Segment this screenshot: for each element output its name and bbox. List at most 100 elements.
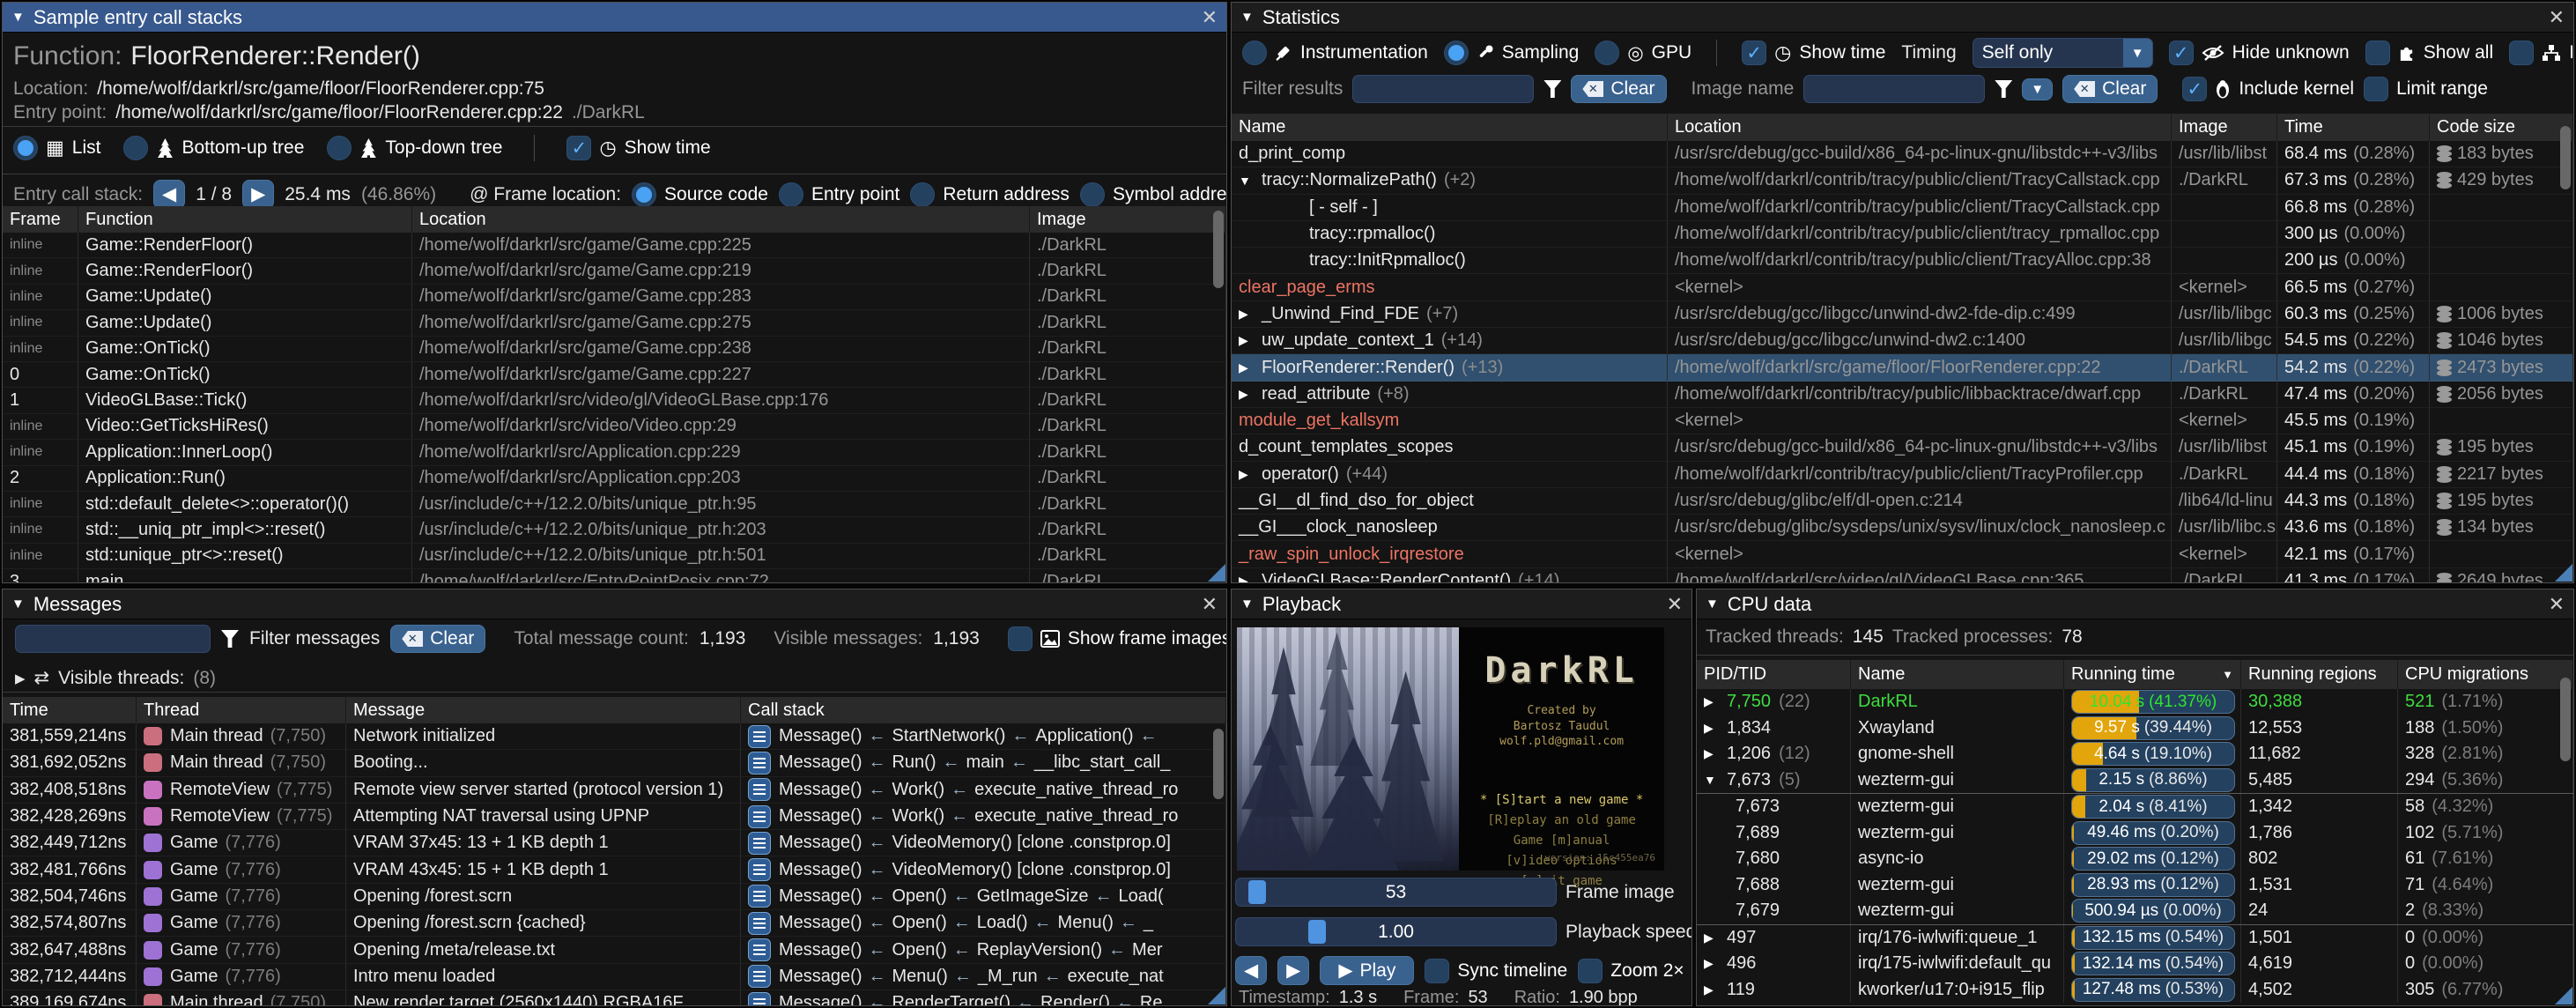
show-time-checkbox[interactable]: ✓◷Show time: [566, 136, 710, 160]
table-row[interactable]: tracy::InitRpmalloc()/home/wolf/darkrl/c…: [1232, 248, 2573, 274]
col-time[interactable]: Time: [2277, 114, 2430, 141]
table-row[interactable]: ▶497irq/176-iwlwifi:queue_1132.15 ms(0.5…: [1697, 924, 2573, 952]
collapse-icon[interactable]: ▼: [1240, 597, 1254, 611]
loc-return-radio[interactable]: Return address: [910, 182, 1070, 207]
instrumentation-radio[interactable]: Instrumentation: [1242, 41, 1428, 65]
table-row[interactable]: 1VideoGLBase::Tick()/home/wolf/darkrl/sr…: [3, 388, 1226, 413]
visible-threads-row[interactable]: ▶ ⇄ Visible threads: (8): [15, 667, 216, 689]
col-cpu-migrations[interactable]: CPU migrations: [2398, 660, 2573, 689]
table-row[interactable]: ▶operator()(+44)/home/wolf/darkrl/contri…: [1232, 462, 2573, 488]
close-icon[interactable]: ✕: [1667, 593, 1683, 616]
callstack-cell[interactable]: Message()←Open()←Load()←Menu()←_: [741, 910, 1226, 936]
prev-stack-button[interactable]: ◀: [153, 180, 185, 209]
col-pid-tid[interactable]: PID/TID: [1697, 660, 1851, 689]
expand-icon[interactable]: ▶: [1239, 574, 1262, 583]
table-row[interactable]: inlineVideo::GetTicksHiRes()/home/wolf/d…: [3, 414, 1226, 440]
table-row[interactable]: 389,169,674nsMain thread(7,750)New rende…: [3, 990, 1226, 1006]
filter-results-input[interactable]: [1352, 75, 1534, 103]
table-row[interactable]: 381,559,214nsMain thread(7,750)Network i…: [3, 723, 1226, 750]
table-row[interactable]: inlineGame::RenderFloor()/home/wolf/dark…: [3, 258, 1226, 284]
hide-unknown-checkbox[interactable]: ✓ Hide unknown: [2169, 41, 2350, 65]
callstacks-titlebar[interactable]: ▼ Sample entry call stacks ✕: [3, 3, 1226, 33]
table-row[interactable]: 7,689wezterm-gui49.46 ms(0.20%)1,786102(…: [1697, 820, 2573, 847]
col-thread[interactable]: Thread: [137, 697, 346, 723]
expand-icon[interactable]: ▶: [1704, 721, 1727, 736]
gpu-radio[interactable]: ◎GPU: [1595, 41, 1691, 65]
callstack-cell[interactable]: Message()←Work()←execute_native_thread_r…: [741, 777, 1226, 803]
table-row[interactable]: ▶496irq/175-iwlwifi:default_qu132.14 ms(…: [1697, 951, 2573, 977]
table-row[interactable]: d_count_templates_scopes/usr/src/debug/g…: [1232, 434, 2573, 461]
playback-titlebar[interactable]: ▼ Playback ✕: [1232, 589, 1691, 619]
table-row[interactable]: inlinestd::unique_ptr<>::reset()/usr/inc…: [3, 544, 1226, 569]
table-row[interactable]: inlineGame::OnTick()/home/wolf/darkrl/sr…: [3, 337, 1226, 362]
expand-icon[interactable]: ▶: [1239, 360, 1262, 375]
inlines-checkbox[interactable]: ✓ Inlines: [2509, 41, 2574, 65]
clear-image-button[interactable]: ✕Clear: [2062, 75, 2158, 103]
table-row[interactable]: __GI___clock_nanosleep/usr/src/debug/gli…: [1232, 515, 2573, 541]
scrollbar-thumb[interactable]: [1213, 211, 1224, 288]
collapse-icon[interactable]: ▼: [11, 10, 25, 25]
close-icon[interactable]: ✕: [2549, 6, 2565, 29]
playback-speed-slider[interactable]: 1.00: [1235, 917, 1557, 946]
mode-bottom-up-radio[interactable]: Bottom-up tree: [123, 136, 304, 160]
table-row[interactable]: 382,712,444nsGame(7,776)Intro menu loade…: [3, 964, 1226, 990]
resize-grip[interactable]: [2555, 987, 2572, 1004]
table-row[interactable]: ▶1,206(12)gnome-shell4.64 s(19.10%)11,68…: [1697, 741, 2573, 767]
expand-icon[interactable]: ▶: [1704, 930, 1727, 945]
close-icon[interactable]: ✕: [2549, 593, 2565, 616]
table-row[interactable]: inlineGame::RenderFloor()/home/wolf/dark…: [3, 233, 1226, 258]
close-icon[interactable]: ✕: [1202, 6, 1218, 29]
scrollbar-thumb[interactable]: [2560, 678, 2571, 761]
limit-range-checkbox[interactable]: ✓Limit range: [2364, 77, 2488, 101]
table-row[interactable]: 7,680async-io29.02 ms(0.12%)80261(7.61%): [1697, 846, 2573, 872]
expand-icon[interactable]: ▶: [1704, 982, 1727, 997]
table-row[interactable]: tracy::rpmalloc()/home/wolf/darkrl/contr…: [1232, 221, 2573, 248]
table-row[interactable]: 7,673wezterm-gui2.04 s(8.41%)1,34258(4.3…: [1697, 793, 2573, 820]
play-button[interactable]: ▶ Play: [1320, 956, 1414, 985]
mode-top-down-radio[interactable]: Top-down tree: [327, 136, 502, 160]
table-row[interactable]: ▶read_attribute(+8)/home/wolf/darkrl/con…: [1232, 382, 2573, 408]
resize-grip[interactable]: [1208, 987, 1225, 1004]
show-frame-images-checkbox[interactable]: ✓ Show frame images: [1008, 626, 1227, 651]
table-row[interactable]: 2Application::Run()/home/wolf/darkrl/src…: [3, 466, 1226, 492]
expand-icon[interactable]: ▶: [1239, 333, 1262, 348]
callstack-cell[interactable]: Message()←Work()←execute_native_thread_r…: [741, 804, 1226, 829]
table-row[interactable]: ▶uw_update_context_1(+14)/usr/src/debug/…: [1232, 328, 2573, 354]
table-row[interactable]: inlinestd::default_delete<>::operator()(…: [3, 492, 1226, 517]
slider-handle[interactable]: [1248, 880, 1266, 904]
table-row[interactable]: ▶VideoGLBase::RenderContent()(+14)/home/…: [1232, 568, 2573, 583]
scrollbar-thumb[interactable]: [2560, 126, 2571, 189]
show-time-checkbox[interactable]: ✓◷Show time: [1742, 41, 1885, 65]
col-name[interactable]: Name: [1232, 114, 1668, 141]
col-code-size[interactable]: Code size: [2430, 114, 2573, 141]
table-row[interactable]: 382,449,712nsGame(7,776)VRAM 37x45: 13 +…: [3, 830, 1226, 856]
statistics-titlebar[interactable]: ▼ Statistics ✕: [1232, 3, 2573, 33]
clear-button[interactable]: ✕Clear: [390, 625, 485, 653]
collapse-icon[interactable]: ▼: [11, 597, 25, 611]
image-filter-dropdown[interactable]: ▼: [2022, 78, 2053, 100]
loc-source-radio[interactable]: Source code: [632, 182, 768, 207]
loc-symbol-radio[interactable]: Symbol address: [1080, 182, 1227, 207]
table-row[interactable]: 382,428,269nsRemoteView(7,775)Attempting…: [3, 804, 1226, 830]
table-row[interactable]: ▶_Unwind_Find_FDE(+7)/usr/src/debug/gcc/…: [1232, 301, 2573, 328]
scrollbar-thumb[interactable]: [1213, 729, 1224, 799]
resize-grip[interactable]: [1208, 564, 1225, 582]
col-frame[interactable]: Frame: [3, 206, 78, 233]
callstack-cell[interactable]: Message()←Menu()←_M_run←execute_nat: [741, 964, 1226, 989]
table-row[interactable]: ▶119kworker/u17:0+i915_flip127.48 ms(0.5…: [1697, 977, 2573, 1004]
cpu-titlebar[interactable]: ▼ CPU data ✕: [1697, 589, 2573, 619]
table-row[interactable]: 7,688wezterm-gui28.93 ms(0.12%)1,53171(4…: [1697, 872, 2573, 899]
table-row[interactable]: 7,679wezterm-gui500.94 µs(0.00%)242(8.33…: [1697, 898, 2573, 924]
table-row[interactable]: __GI__dl_find_dso_for_object/usr/src/deb…: [1232, 488, 2573, 515]
zoom-2x-checkbox[interactable]: ✓Zoom 2×: [1578, 959, 1684, 983]
table-row[interactable]: clear_page_erms<kernel><kernel>66.5 ms(0…: [1232, 274, 2573, 300]
slider-handle[interactable]: [1308, 920, 1326, 944]
callstack-cell[interactable]: Message()←StartNetwork()←Application()←: [741, 723, 1226, 749]
expand-icon[interactable]: ▶: [15, 671, 26, 686]
table-row[interactable]: [ - self - ]/home/wolf/darkrl/contrib/tr…: [1232, 195, 2573, 221]
callstack-cell[interactable]: Message()←RenderTarget()←Render()←Re: [741, 990, 1226, 1006]
table-row[interactable]: inlineGame::Update()/home/wolf/darkrl/sr…: [3, 285, 1226, 310]
table-row[interactable]: ▼tracy::NormalizePath()(+2)/home/wolf/da…: [1232, 167, 2573, 194]
expand-icon[interactable]: ▼: [1239, 174, 1262, 188]
table-row[interactable]: ▼7,673(5)wezterm-gui2.15 s(8.86%)5,48529…: [1697, 767, 2573, 794]
